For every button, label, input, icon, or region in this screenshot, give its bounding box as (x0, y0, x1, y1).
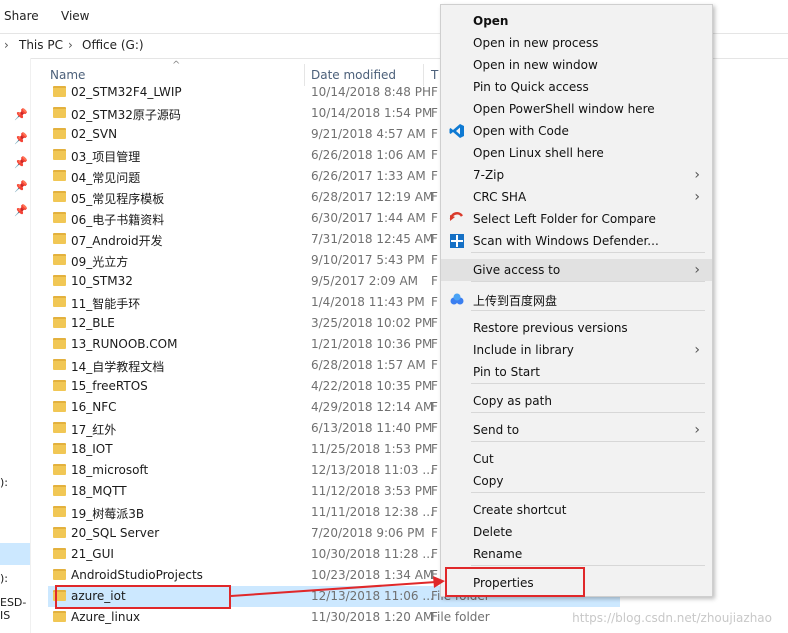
watermark: https://blog.csdn.net/zhoujiazhao (572, 611, 772, 625)
annotation-arrow (230, 576, 445, 597)
